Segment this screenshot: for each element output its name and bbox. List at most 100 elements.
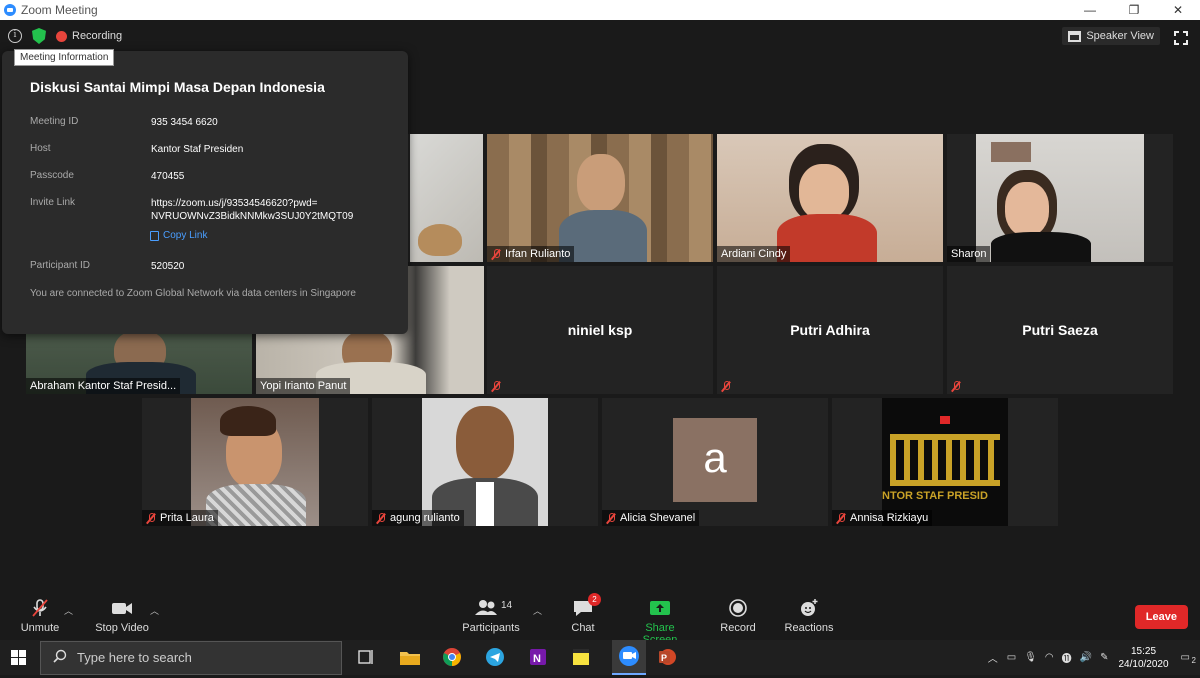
- microphone-icon[interactable]: 🎙: [1020, 652, 1041, 663]
- participant-name: Irfan Rulianto: [487, 246, 575, 262]
- minimize-button[interactable]: —: [1068, 0, 1112, 20]
- participant-tile[interactable]: Irfan Rulianto: [487, 134, 713, 262]
- participants-button[interactable]: 14 Participants: [460, 598, 522, 634]
- window-controls: — ❐ ✕: [1068, 0, 1200, 20]
- telegram-icon[interactable]: [484, 646, 508, 668]
- muted-mic-icon: [491, 381, 501, 392]
- video-camera-icon: [94, 598, 150, 618]
- participant-tile[interactable]: Putri Saeza: [947, 266, 1173, 394]
- audio-options-chevron-icon[interactable]: ︿: [64, 604, 73, 617]
- connection-note: You are connected to Zoom Global Network…: [30, 288, 356, 299]
- stop-video-button[interactable]: Stop Video: [94, 598, 150, 634]
- participant-tile[interactable]: Prita Laura: [142, 398, 368, 526]
- participant-name: Prita Laura: [142, 510, 218, 526]
- copy-link-button[interactable]: Copy Link: [150, 230, 207, 241]
- windows-start-icon[interactable]: [0, 640, 36, 675]
- participant-avatar: a: [673, 418, 757, 502]
- leave-button[interactable]: Leave: [1134, 605, 1188, 629]
- file-explorer-icon[interactable]: [398, 646, 422, 668]
- speaker-view-button[interactable]: Speaker View: [1062, 27, 1160, 45]
- taskbar-clock[interactable]: 15:25 24/10/2020: [1112, 645, 1174, 671]
- clock-date: 24/10/2020: [1118, 658, 1169, 670]
- participant-name: Alicia Shevanel: [602, 510, 700, 526]
- meeting-id-row: Meeting ID 935 3454 6620: [30, 116, 218, 128]
- reactions-button[interactable]: Reactions: [782, 598, 836, 634]
- chrome-icon[interactable]: [441, 646, 465, 668]
- shield-icon[interactable]: [32, 28, 46, 44]
- muted-mic-icon: [146, 512, 156, 524]
- chat-button[interactable]: 2 Chat: [566, 593, 601, 634]
- notifications-icon[interactable]: ▭ 2: [1175, 652, 1200, 665]
- invite-link-row: Invite Link https://zoom.us/j/9353454662…: [30, 197, 354, 223]
- battery-icon[interactable]: ▭: [1003, 652, 1020, 663]
- taskbar-search-input[interactable]: Type here to search: [40, 640, 342, 675]
- muted-mic-icon: [836, 512, 846, 524]
- participants-count: 14: [501, 600, 513, 611]
- muted-mic-icon: [951, 381, 961, 392]
- participant-name: Abraham Kantor Staf Presid...: [26, 378, 181, 394]
- unmute-button[interactable]: Unmute: [18, 598, 62, 634]
- close-window-button[interactable]: ✕: [1156, 0, 1200, 20]
- onenote-icon[interactable]: N: [527, 646, 551, 668]
- browser-tray-icon[interactable]: ⓫: [1058, 650, 1076, 665]
- fullscreen-icon[interactable]: [1174, 31, 1188, 45]
- zoom-logo-icon: [4, 4, 16, 16]
- participant-display-name: Putri Adhira: [790, 322, 870, 338]
- zoom-taskbar-icon[interactable]: [612, 640, 646, 675]
- speaker-view-label: Speaker View: [1086, 30, 1154, 42]
- speaker-view-icon: [1068, 30, 1082, 42]
- participant-tile[interactable]: niniel ksp: [487, 266, 713, 394]
- participant-tile[interactable]: Putri Adhira: [717, 266, 943, 394]
- host-row: Host Kantor Staf Presiden: [30, 143, 244, 155]
- volume-icon[interactable]: 🔊: [1076, 652, 1096, 663]
- passcode-row: Passcode 470455: [30, 170, 185, 182]
- chat-badge: 2: [588, 593, 601, 606]
- share-screen-button[interactable]: Share Screen: [627, 598, 693, 646]
- participant-tile[interactable]: a Alicia Shevanel: [602, 398, 828, 526]
- smiley-icon: [782, 598, 836, 618]
- invite-link[interactable]: https://zoom.us/j/93534546620?pwd= NVRUOW…: [151, 197, 353, 223]
- wifi-icon[interactable]: ◠: [1041, 652, 1058, 663]
- record-button[interactable]: Record: [718, 598, 758, 634]
- window-titlebar: Zoom Meeting — ❐ ✕: [0, 0, 1200, 20]
- participant-name: Yopi Irianto Panut: [256, 378, 351, 394]
- svg-text:P: P: [661, 653, 667, 663]
- chat-icon: 2: [572, 593, 601, 618]
- participant-name: Ardiani Cindy: [717, 246, 791, 262]
- participants-options-chevron-icon[interactable]: ︿: [533, 604, 542, 617]
- participant-tile[interactable]: agung rulianto: [372, 398, 598, 526]
- sticky-notes-icon[interactable]: [570, 646, 594, 668]
- participant-name: agung rulianto: [372, 510, 464, 526]
- participant-tile[interactable]: Ardiani Cindy: [717, 134, 943, 262]
- video-options-chevron-icon[interactable]: ︿: [150, 604, 159, 617]
- share-screen-icon: [627, 598, 693, 618]
- pen-icon[interactable]: ✎: [1096, 652, 1112, 663]
- participant-status: [487, 379, 505, 394]
- meeting-info-tab: Meeting Information: [14, 49, 115, 66]
- participant-tile[interactable]: NTOR STAF PRESID Annisa Rizkiayu: [832, 398, 1058, 526]
- muted-mic-icon: [18, 598, 62, 618]
- restore-button[interactable]: ❐: [1112, 0, 1156, 20]
- powerpoint-icon[interactable]: P: [656, 646, 680, 668]
- muted-mic-icon: [491, 248, 501, 260]
- participant-display-name: Putri Saeza: [1022, 322, 1098, 338]
- participant-name: Sharon: [947, 246, 991, 262]
- participants-icon: 14: [460, 598, 522, 618]
- task-view-icon[interactable]: [355, 646, 379, 668]
- record-dot-icon: [56, 30, 67, 42]
- meeting-area: i Recording Speaker View Irfan Rulianto …: [0, 20, 1200, 640]
- copy-icon: [150, 230, 159, 241]
- record-icon: [718, 598, 758, 618]
- meeting-topbar: i Recording: [8, 28, 122, 44]
- participant-status: [947, 379, 965, 394]
- participant-tile[interactable]: Sharon: [947, 134, 1173, 262]
- window-title: Zoom Meeting: [21, 3, 98, 17]
- recording-indicator[interactable]: Recording: [56, 30, 122, 42]
- svg-text:N: N: [533, 653, 541, 665]
- info-icon[interactable]: i: [8, 29, 22, 43]
- meeting-title: Diskusi Santai Mimpi Masa Depan Indonesi…: [30, 79, 325, 95]
- muted-mic-icon: [721, 381, 731, 392]
- participant-display-name: niniel ksp: [567, 322, 633, 338]
- notification-count: 2: [1191, 656, 1196, 665]
- show-hidden-icons-chevron-icon[interactable]: ︿: [983, 650, 1003, 665]
